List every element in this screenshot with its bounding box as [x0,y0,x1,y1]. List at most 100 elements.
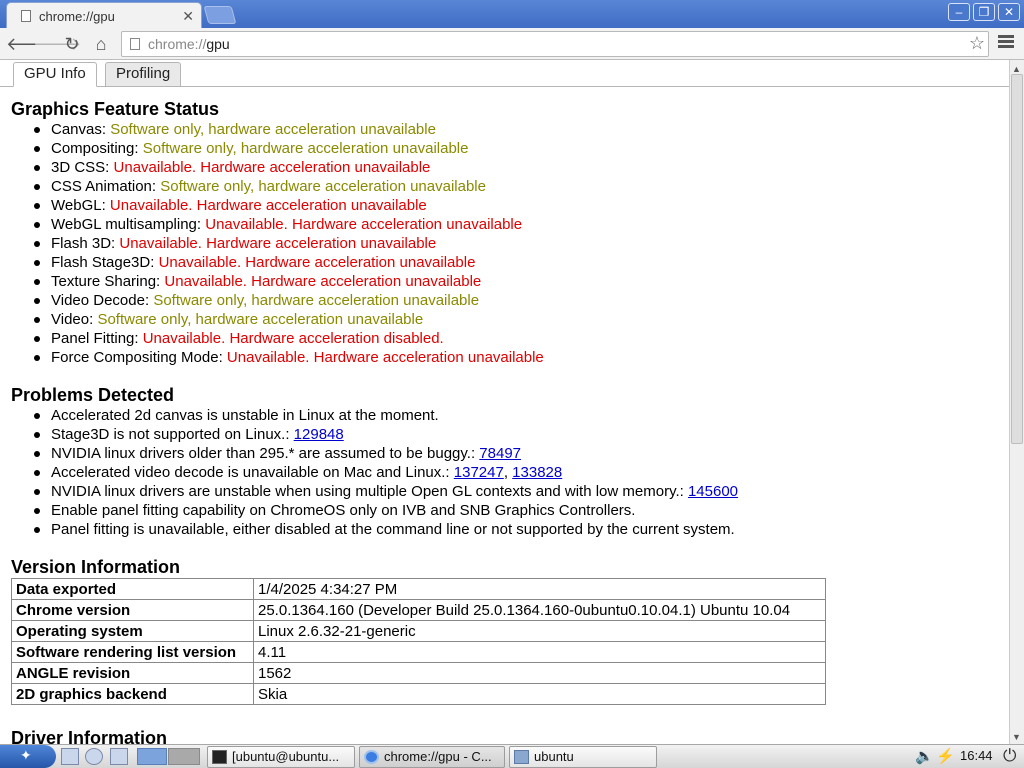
feature-status-value: Software only, hardware acceleration una… [110,121,436,138]
feature-status-value: Software only, hardware acceleration una… [142,140,469,157]
feature-status-value: Unavailable. Hardware acceleration unava… [119,235,437,252]
problem-item: Stage3D is not supported on Linux.: 1298… [0,425,738,444]
feature-name: Video Decode: [51,292,150,309]
clock[interactable]: 16:44 [960,748,993,763]
feature-status-value: Software only, hardware acceleration una… [160,178,486,195]
problem-text: Enable panel fitting capability on Chrom… [51,502,636,519]
start-menu-button[interactable]: ✦ [0,745,56,768]
problem-text: NVIDIA linux drivers older than 295.* ar… [51,445,480,462]
feature-name: Video: [51,311,94,328]
taskbar-item-label: chrome://gpu - C... [384,749,492,764]
version-key: 2D graphics backend [11,683,254,705]
feature-name: 3D CSS: [51,159,110,176]
problem-item: Enable panel fitting capability on Chrom… [0,501,738,520]
version-key: Software rendering list version [11,641,254,663]
table-row: 2D graphics backend Skia [11,683,826,705]
address-bar-url[interactable]: chrome://gpu [148,36,230,52]
taskbar-item-chrome[interactable]: chrome://gpu - C... [359,746,505,768]
browser-tab-active[interactable]: chrome://gpu ✕ [6,2,202,28]
taskbar-item-label: [ubuntu@ubuntu... [232,749,340,764]
tab-gpu-info[interactable]: GPU Info [13,62,97,87]
version-key: Data exported [11,578,254,600]
version-info-heading: Version Information [11,557,181,577]
table-row: Chrome version 25.0.1364.160 (Developer B… [11,599,826,621]
version-value: 1/4/2025 4:34:27 PM [253,578,826,600]
feature-status-value: Unavailable. Hardware acceleration unava… [164,273,482,290]
taskbar-item-terminal[interactable]: [ubuntu@ubuntu... [207,746,355,768]
volume-icon[interactable]: 🔈 [915,747,934,765]
page-icon [130,38,140,50]
scroll-down-arrow-icon[interactable]: ▼ [1012,732,1021,742]
problem-item: NVIDIA linux drivers are unstable when u… [0,482,738,501]
page-icon [21,10,31,22]
bookmark-star-icon[interactable]: ☆ [969,33,985,54]
feature-name: CSS Animation: [51,178,157,195]
page-content: GPU Info Profiling Graphics Feature Stat… [0,60,1009,744]
version-info-table: Data exported 1/4/2025 4:34:27 PM Chrome v… [11,578,826,705]
bug-link[interactable]: 129848 [294,426,344,443]
browser-tab-title: chrome://gpu [39,9,115,24]
address-bar[interactable]: chrome://gpu ☆ [121,31,989,57]
terminal-icon [212,750,227,764]
bug-link[interactable]: 145600 [688,483,738,500]
close-window-button[interactable]: ✕ [998,3,1020,21]
taskbar-item-files[interactable]: ubuntu [509,746,657,768]
browser-toolbar: 🡐 🡒 ↻ ⌂ chrome://gpu ☆ [0,28,1024,60]
vertical-scrollbar[interactable]: ▲ ▼ [1009,60,1024,744]
show-desktop-icon[interactable] [61,748,79,765]
table-row: ANGLE revision 1562 [11,662,826,684]
problem-item: Panel fitting is unavailable, either dis… [0,520,738,539]
problem-item: Accelerated 2d canvas is unstable in Lin… [0,406,738,425]
reload-button[interactable]: ↻ [61,33,83,55]
chrome-menu-button[interactable] [998,35,1014,51]
problem-item: NVIDIA linux drivers older than 295.* ar… [0,444,738,463]
window-switcher-icon[interactable] [110,748,128,765]
power-icon[interactable]: ⏻ [1003,746,1016,766]
problem-text: Accelerated video decode is unavailable … [51,464,454,481]
problem-text: Stage3D is not supported on Linux.: [51,426,294,443]
scrollbar-thumb[interactable] [1011,74,1023,444]
bug-link[interactable]: 78497 [479,445,521,462]
maximize-window-button[interactable]: ❐ [973,3,995,21]
problems-heading: Problems Detected [11,385,175,405]
bug-link[interactable]: 133828 [512,464,562,481]
table-row: Operating system Linux 2.6.32-21-generic [11,620,826,642]
feature-status-value: Unavailable. Hardware acceleration unava… [113,159,431,176]
feature-status-list: Canvas: Software only, hardware accelera… [0,120,544,367]
problem-text: Panel fitting is unavailable, either dis… [51,521,735,538]
start-logo-icon: ✦ [20,747,32,763]
home-button[interactable]: ⌂ [90,33,112,55]
workspace-2[interactable] [168,748,200,765]
feature-status-item: Canvas: Software only, hardware accelera… [0,120,544,139]
scroll-up-arrow-icon[interactable]: ▲ [1012,64,1021,74]
feature-name: Panel Fitting: [51,330,139,347]
folder-icon [514,750,529,764]
version-key: Operating system [11,620,254,642]
feature-status-item: 3D CSS: Unavailable. Hardware accelerati… [0,158,544,177]
back-button[interactable]: 🡐 [6,33,54,55]
feature-name: Canvas: [51,121,107,138]
table-row: Software rendering list version 4.11 [11,641,826,663]
new-tab-button[interactable] [203,6,237,24]
browser-launcher-icon[interactable] [85,748,103,765]
feature-status-value: Unavailable. Hardware acceleration unava… [226,349,544,366]
feature-name: Compositing: [51,140,139,157]
minimize-window-button[interactable]: – [948,3,970,21]
workspace-1[interactable] [137,748,167,765]
feature-status-item: Panel Fitting: Unavailable. Hardware acc… [0,329,544,348]
page-tab-strip: GPU Info Profiling [0,60,1009,87]
feature-status-heading: Graphics Feature Status [11,99,220,119]
bug-link[interactable]: 137247 [454,464,504,481]
forward-button[interactable]: 🡒 [33,33,81,55]
network-icon[interactable]: ⚡ [936,747,955,765]
tab-profiling[interactable]: Profiling [105,62,182,87]
feature-status-item: WebGL: Unavailable. Hardware acceleratio… [0,196,544,215]
version-value: Skia [253,683,826,705]
close-tab-icon[interactable]: ✕ [182,8,194,25]
feature-status-value: Software only, hardware acceleration una… [153,292,480,309]
feature-status-item: WebGL multisampling: Unavailable. Hardwa… [0,215,544,234]
feature-status-item: Texture Sharing: Unavailable. Hardware a… [0,272,544,291]
problems-list: Accelerated 2d canvas is unstable in Lin… [0,406,738,539]
feature-name: Flash Stage3D: [51,254,155,271]
feature-status-item: Force Compositing Mode: Unavailable. Har… [0,348,544,367]
